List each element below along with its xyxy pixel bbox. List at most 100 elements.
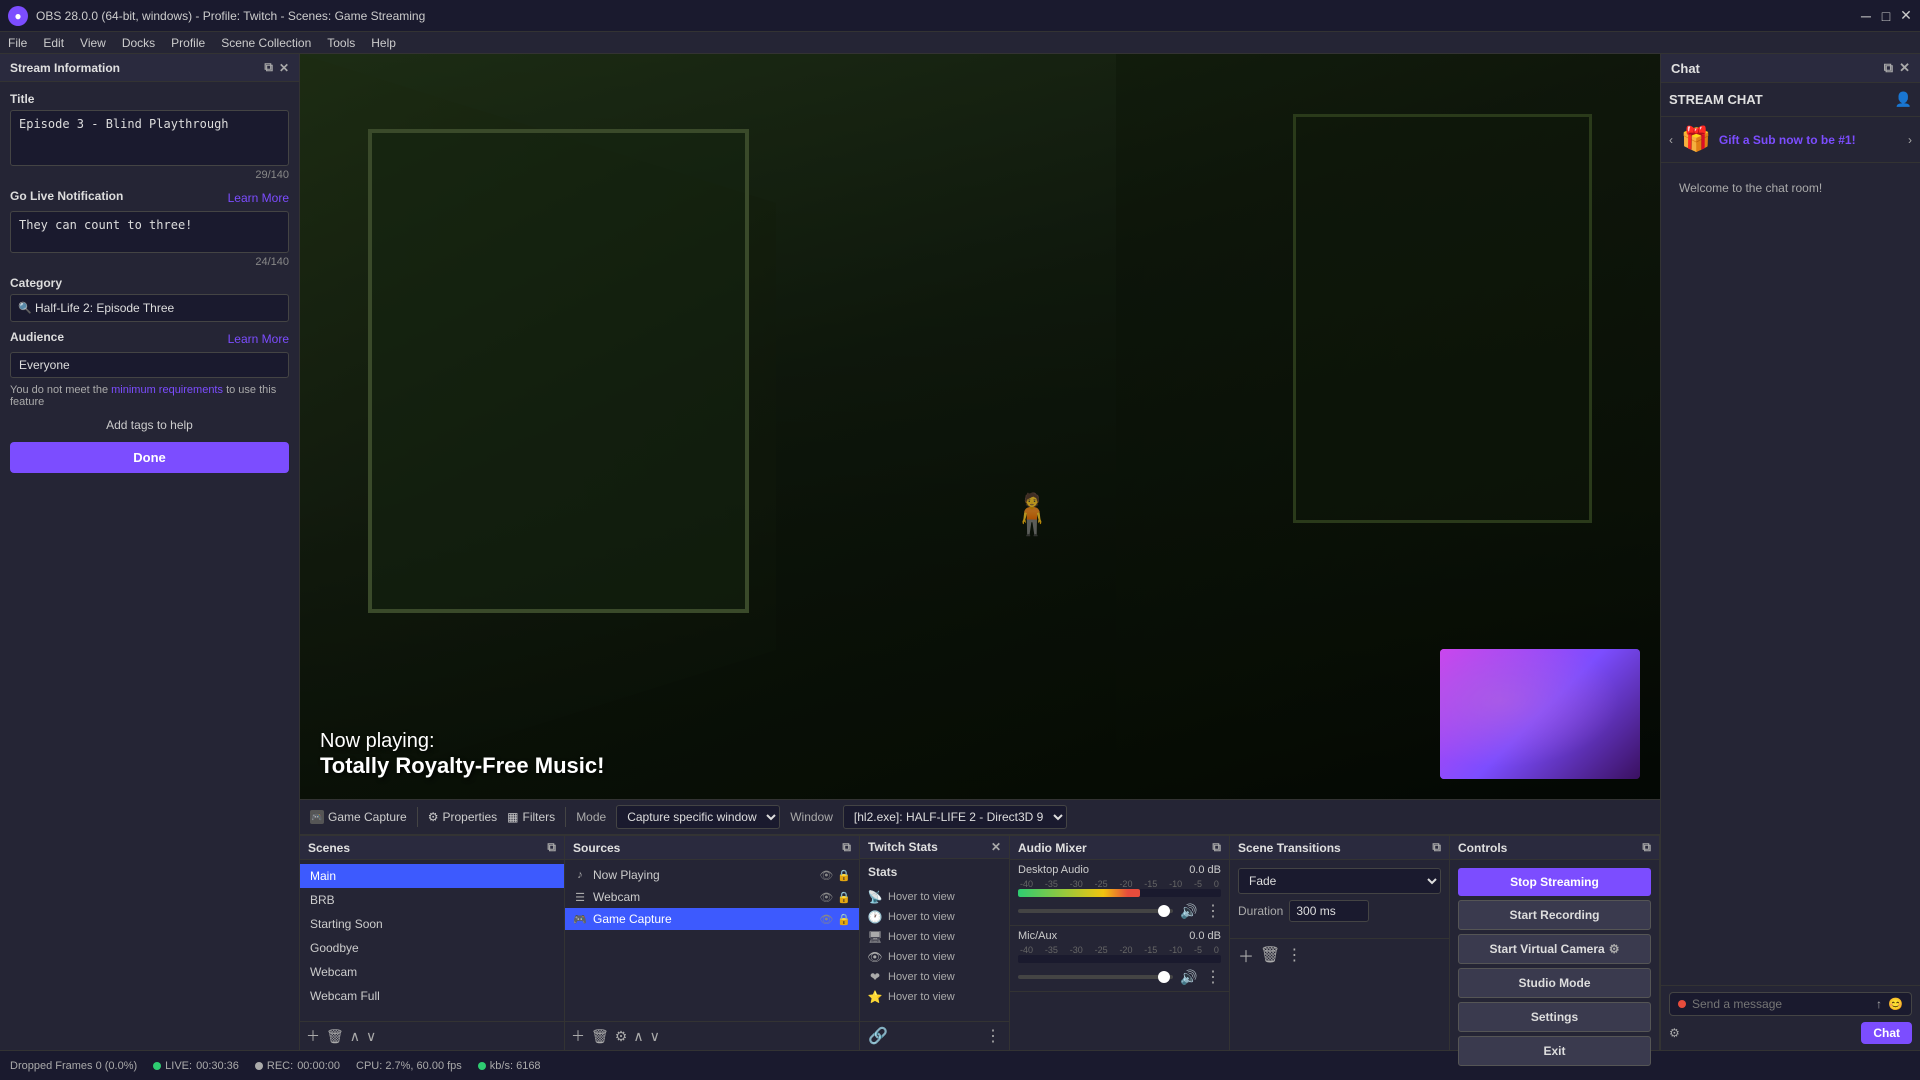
category-input[interactable] <box>10 294 289 322</box>
chat-popout-icon[interactable]: ⧉ <box>1884 60 1893 76</box>
sources-add-icon[interactable]: ＋ <box>571 1026 585 1046</box>
transition-delete-icon[interactable]: 🗑 <box>1260 945 1280 965</box>
start-virtual-camera-button[interactable]: Start Virtual Camera ⚙ <box>1458 934 1651 964</box>
audio-mixer-expand-icon[interactable]: ⧉ <box>1212 840 1221 855</box>
chat-button[interactable]: Chat <box>1861 1022 1912 1044</box>
scene-item-starting-soon[interactable]: Starting Soon <box>300 912 564 936</box>
go-live-input[interactable]: They can count to three! <box>10 211 289 253</box>
stop-streaming-button[interactable]: Stop Streaming <box>1458 868 1651 896</box>
chat-gear-icon[interactable]: ⚙ <box>1669 1026 1680 1040</box>
scene-item-main[interactable]: Main <box>300 864 564 888</box>
menubar-item-tools[interactable]: Tools <box>327 36 355 50</box>
mic-aux-mute[interactable]: 🔊 <box>1179 967 1199 987</box>
stat-item-3[interactable]: 👁 Hover to view <box>860 947 1009 967</box>
source-item-now-playing[interactable]: ♪ Now Playing 👁 🔒 <box>565 864 859 886</box>
gift-text[interactable]: Gift a Sub now to be #1! <box>1719 133 1908 147</box>
scene-item-webcam[interactable]: Webcam <box>300 960 564 984</box>
stream-chat-settings-icon[interactable]: 👤 <box>1895 91 1912 108</box>
chat-close-icon[interactable]: ✕ <box>1899 60 1910 76</box>
controls-expand-icon[interactable]: ⧉ <box>1642 840 1651 855</box>
scenes-expand-icon[interactable]: ⧉ <box>547 840 556 855</box>
settings-button[interactable]: Settings <box>1458 1002 1651 1032</box>
audience-learn-more[interactable]: Learn More <box>228 332 289 346</box>
source-eye-icon3[interactable]: 👁 <box>819 913 833 926</box>
mic-aux-ticks: -40-35-30-25-20-15-10-50 <box>1018 945 1221 955</box>
menubar-item-profile[interactable]: Profile <box>171 36 205 50</box>
audience-note-link[interactable]: minimum requirements <box>111 384 223 396</box>
scenes-add-icon[interactable]: ＋ <box>306 1026 320 1046</box>
scene-item-brb[interactable]: BRB <box>300 888 564 912</box>
filters-item[interactable]: ▦ Filters <box>507 810 555 824</box>
source-lock-icon2[interactable]: 🔒 <box>837 891 851 904</box>
sources-delete-icon[interactable]: 🗑 <box>591 1028 609 1045</box>
banner-left-arrow[interactable]: ‹ <box>1669 133 1673 147</box>
scenes-delete-icon[interactable]: 🗑 <box>326 1028 344 1045</box>
desktop-audio-slider[interactable] <box>1018 909 1173 913</box>
transition-add-icon[interactable]: ＋ <box>1238 943 1254 967</box>
stat-item-5[interactable]: ⭐ Hover to view <box>860 987 1009 1007</box>
capture-mode-select[interactable]: Capture specific window <box>616 805 780 829</box>
sources-expand-icon[interactable]: ⧉ <box>842 840 851 855</box>
sources-down-icon[interactable]: ∨ <box>650 1028 660 1045</box>
source-item-game-capture[interactable]: 🎮 Game Capture 👁 🔒 <box>565 908 859 930</box>
menubar-item-help[interactable]: Help <box>371 36 396 50</box>
start-recording-button[interactable]: Start Recording <box>1458 900 1651 930</box>
desktop-audio-mute[interactable]: 🔊 <box>1179 901 1199 921</box>
sources-up-icon[interactable]: ∧ <box>633 1028 643 1045</box>
twitch-more-icon[interactable]: ⋮ <box>985 1026 1001 1046</box>
mic-aux-thumb[interactable] <box>1158 971 1170 983</box>
go-live-label: Go Live Notification <box>10 189 123 203</box>
done-button[interactable]: Done <box>10 442 289 473</box>
scenes-up-icon[interactable]: ∧ <box>350 1028 360 1045</box>
source-lock-icon[interactable]: 🔒 <box>837 869 851 882</box>
stat-item-1[interactable]: 🕐 Hover to view <box>860 907 1009 927</box>
transition-more-icon[interactable]: ⋮ <box>1286 945 1302 965</box>
source-eye-icon2[interactable]: 👁 <box>819 891 833 904</box>
menubar-item-file[interactable]: File <box>8 36 27 50</box>
menubar-item-docks[interactable]: Docks <box>122 36 155 50</box>
go-live-learn-more[interactable]: Learn More <box>228 191 289 205</box>
stream-info-popout-icon[interactable]: ⧉ <box>264 60 273 75</box>
twitch-link-icon[interactable]: 🔗 <box>868 1026 888 1046</box>
chat-message-input[interactable] <box>1692 997 1870 1011</box>
window-select[interactable]: [hl2.exe]: HALF-LIFE 2 - Direct3D 9 <box>843 805 1067 829</box>
scene-transitions-expand-icon[interactable]: ⧉ <box>1432 840 1441 855</box>
menubar-item-scene-collection[interactable]: Scene Collection <box>221 36 311 50</box>
banner-right-arrow[interactable]: › <box>1908 133 1912 147</box>
source-left: 🎮 Game Capture <box>573 912 672 926</box>
sources-settings-icon[interactable]: ⚙ <box>615 1028 628 1045</box>
chat-emoji-icon[interactable]: 😊 <box>1888 997 1903 1011</box>
source-item-webcam[interactable]: ☰ Webcam 👁 🔒 <box>565 886 859 908</box>
scene-item-goodbye[interactable]: Goodbye <box>300 936 564 960</box>
mic-aux-more[interactable]: ⋮ <box>1205 967 1221 987</box>
maximize-button[interactable]: □ <box>1880 10 1892 22</box>
desktop-audio-thumb[interactable] <box>1158 905 1170 917</box>
twitch-stats-close-icon[interactable]: ✕ <box>991 840 1001 854</box>
duration-input[interactable] <box>1289 900 1369 922</box>
source-lock-icon3[interactable]: 🔒 <box>837 913 851 926</box>
scenes-down-icon[interactable]: ∨ <box>366 1028 376 1045</box>
mic-aux-slider[interactable] <box>1018 975 1173 979</box>
stream-info-close-icon[interactable]: ✕ <box>279 61 289 75</box>
scene-item-webcam-full[interactable]: Webcam Full <box>300 984 564 1008</box>
close-button[interactable]: ✕ <box>1900 10 1912 22</box>
game-capture-item[interactable]: 🎮 Game Capture <box>310 810 407 824</box>
minimize-button[interactable]: ─ <box>1860 10 1872 22</box>
menubar-item-view[interactable]: View <box>80 36 106 50</box>
transition-type-select[interactable]: Fade <box>1238 868 1441 894</box>
source-eye-icon[interactable]: 👁 <box>819 869 833 882</box>
chat-send-icon[interactable]: ↑ <box>1876 997 1882 1011</box>
desktop-audio-more[interactable]: ⋮ <box>1205 901 1221 921</box>
properties-item[interactable]: ⚙ Properties <box>428 810 497 824</box>
studio-mode-button[interactable]: Studio Mode <box>1458 968 1651 998</box>
stat-item-4[interactable]: ❤ Hover to view <box>860 967 1009 987</box>
stat-item-2[interactable]: 🖥 Hover to view <box>860 927 1009 947</box>
exit-button[interactable]: Exit <box>1458 1036 1651 1066</box>
stat-item-0[interactable]: 📡 Hover to view <box>860 887 1009 907</box>
virtual-camera-settings-icon[interactable]: ⚙ <box>1609 942 1620 956</box>
preview-area: 🧍 Now playing: Totally Royalty-Free Musi… <box>300 54 1660 799</box>
stat-label-1: Hover to view <box>888 911 955 923</box>
title-input[interactable]: Episode 3 - Blind Playthrough <box>10 110 289 166</box>
menubar-item-edit[interactable]: Edit <box>43 36 64 50</box>
audience-select[interactable]: Everyone <box>10 352 289 378</box>
